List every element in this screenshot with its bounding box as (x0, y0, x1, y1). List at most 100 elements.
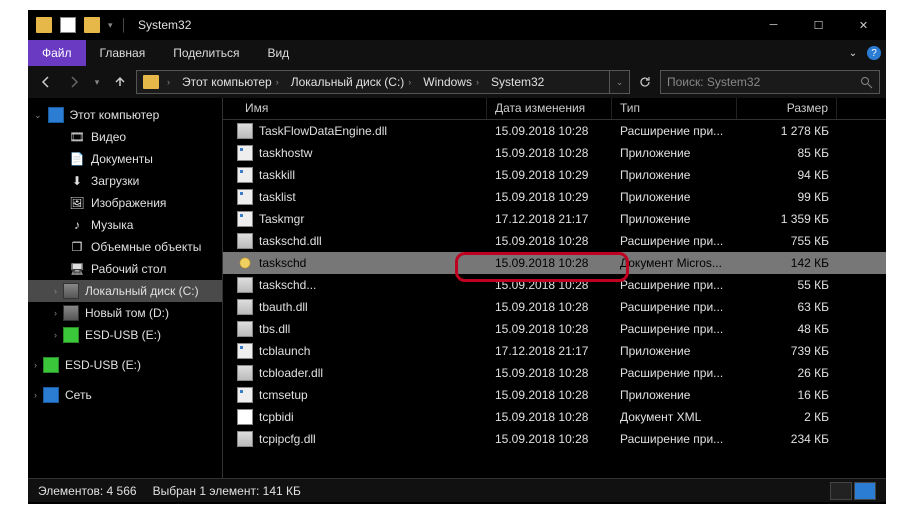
file-date: 15.09.2018 10:28 (487, 256, 612, 270)
file-type: Расширение при... (612, 234, 737, 248)
file-name: taskschd... (259, 278, 487, 292)
help-button[interactable]: ? (862, 40, 886, 66)
address-bar[interactable]: › Этот компьютер› Локальный диск (C:)› W… (136, 70, 630, 94)
tab-file[interactable]: Файл (28, 40, 86, 66)
sidebar-item-label: Новый том (D:) (85, 306, 169, 320)
file-name: taskhostw (259, 146, 487, 160)
sidebar-item[interactable]: 🎞Видео (28, 126, 222, 148)
view-large-button[interactable] (854, 482, 876, 500)
file-size: 234 КБ (737, 432, 837, 446)
nav-up-button[interactable] (108, 70, 132, 94)
view-buttons (830, 482, 876, 500)
file-row[interactable]: tcpipcfg.dll15.09.2018 10:28Расширение п… (223, 428, 886, 450)
file-row[interactable]: tbauth.dll15.09.2018 10:28Расширение при… (223, 296, 886, 318)
cube-icon: ❒ (69, 239, 85, 255)
file-type: Расширение при... (612, 300, 737, 314)
nav-back-button[interactable] (34, 70, 58, 94)
view-details-button[interactable] (830, 482, 852, 500)
minimize-button[interactable]: ─ (751, 10, 796, 40)
file-row[interactable]: taskschd.dll15.09.2018 10:28Расширение п… (223, 230, 886, 252)
sidebar-esd[interactable]: › ESD-USB (E:) (28, 354, 222, 376)
usb-icon (43, 357, 59, 373)
file-date: 15.09.2018 10:28 (487, 432, 612, 446)
sidebar-thispc[interactable]: ⌄ Этот компьютер (28, 104, 222, 126)
breadcrumb-seg[interactable]: Windows› (417, 71, 485, 93)
search-icon[interactable] (860, 76, 873, 89)
file-name: tcpbidi (259, 410, 487, 424)
tab-view[interactable]: Вид (253, 40, 303, 66)
refresh-button[interactable] (634, 70, 656, 94)
file-date: 17.12.2018 21:17 (487, 344, 612, 358)
tab-home[interactable]: Главная (86, 40, 160, 66)
file-date: 15.09.2018 10:28 (487, 366, 612, 380)
sidebar-item[interactable]: 🖼Изображения (28, 192, 222, 214)
breadcrumb-seg[interactable]: Этот компьютер› (176, 71, 285, 93)
sidebar-network[interactable]: › Сеть (28, 384, 222, 406)
address-bar-row: ▾ › Этот компьютер› Локальный диск (C:)›… (28, 66, 886, 98)
file-dll-icon (237, 431, 253, 447)
sidebar-item[interactable]: ⬇Загрузки (28, 170, 222, 192)
file-row[interactable]: tcbloader.dll15.09.2018 10:28Расширение … (223, 362, 886, 384)
qat-properties-icon[interactable] (60, 17, 76, 33)
breadcrumb-seg[interactable]: Локальный диск (C:)› (285, 71, 418, 93)
navigation-pane[interactable]: ⌄ Этот компьютер 🎞Видео 📄 Документы ⬇Загруз… (28, 98, 223, 478)
file-row[interactable]: Taskmgr17.12.2018 21:17Приложение1 359 К… (223, 208, 886, 230)
close-button[interactable]: ✕ (841, 10, 886, 40)
breadcrumb-seg[interactable]: System32 (485, 71, 546, 93)
sidebar-item[interactable]: ›Новый том (D:) (28, 302, 222, 324)
sidebar-item[interactable]: ›Локальный диск (C:) (28, 280, 222, 302)
file-name: tcblaunch (259, 344, 487, 358)
tab-share[interactable]: Поделиться (159, 40, 253, 66)
file-row[interactable]: tcpbidi15.09.2018 10:28Документ XML2 КБ (223, 406, 886, 428)
file-row[interactable]: tasklist15.09.2018 10:29Приложение99 КБ (223, 186, 886, 208)
file-size: 16 КБ (737, 388, 837, 402)
sidebar-item-label: Документы (91, 152, 153, 166)
file-date: 15.09.2018 10:28 (487, 322, 612, 336)
sidebar-item[interactable]: 🖥Рабочий стол (28, 258, 222, 280)
down-icon: ⬇ (69, 173, 85, 189)
column-headers[interactable]: Имя Дата изменения Тип Размер (223, 98, 886, 120)
file-size: 26 КБ (737, 366, 837, 380)
file-row[interactable]: tcmsetup15.09.2018 10:28Приложение16 КБ (223, 384, 886, 406)
file-row[interactable]: taskschd...15.09.2018 10:28Расширение пр… (223, 274, 886, 296)
ribbon-collapse-icon[interactable]: ⌄ (844, 40, 862, 66)
col-type[interactable]: Тип (612, 98, 737, 119)
sidebar-item[interactable]: ›ESD-USB (E:) (28, 324, 222, 346)
maximize-button[interactable]: ☐ (796, 10, 841, 40)
search-input[interactable]: Поиск: System32 (660, 70, 880, 94)
col-date[interactable]: Дата изменения (487, 98, 612, 119)
explorer-window: ▾ │ System32 ─ ☐ ✕ Файл Главная Поделить… (28, 10, 886, 504)
file-type: Приложение (612, 212, 737, 226)
nav-history-chevron-icon[interactable]: ▾ (90, 70, 104, 94)
address-dropdown-icon[interactable]: ⌄ (609, 71, 629, 93)
sidebar-item[interactable]: ♪Музыка (28, 214, 222, 236)
nav-forward-button[interactable] (62, 70, 86, 94)
file-row[interactable]: taskkill15.09.2018 10:29Приложение94 КБ (223, 164, 886, 186)
file-row[interactable]: taskschd15.09.2018 10:28Документ Micros.… (223, 252, 886, 274)
sidebar-item-label: Музыка (91, 218, 133, 232)
sidebar-item[interactable]: ❒Объемные объекты (28, 236, 222, 258)
qat-divider: │ (121, 18, 129, 32)
desk-icon: 🖥 (69, 261, 85, 277)
hdd-icon (63, 305, 79, 321)
file-row[interactable]: taskhostw15.09.2018 10:28Приложение85 КБ (223, 142, 886, 164)
file-list[interactable]: TaskFlowDataEngine.dll15.09.2018 10:28Ра… (223, 120, 886, 478)
qat-newfolder-icon[interactable] (84, 17, 100, 33)
sidebar-item-label: Видео (91, 130, 126, 144)
file-row[interactable]: TaskFlowDataEngine.dll15.09.2018 10:28Ра… (223, 120, 886, 142)
file-size: 99 КБ (737, 190, 837, 204)
file-row[interactable]: tbs.dll15.09.2018 10:28Расширение при...… (223, 318, 886, 340)
file-size: 1 359 КБ (737, 212, 837, 226)
search-placeholder: Поиск: System32 (667, 75, 760, 89)
file-row[interactable]: tcblaunch17.12.2018 21:17Приложение739 К… (223, 340, 886, 362)
status-selection: Выбран 1 элемент: 141 КБ (153, 484, 301, 498)
titlebar[interactable]: ▾ │ System32 ─ ☐ ✕ (28, 10, 886, 40)
col-name[interactable]: Имя (237, 98, 487, 119)
sidebar-item[interactable]: 📄 Документы (28, 148, 222, 170)
file-name: taskschd.dll (259, 234, 487, 248)
qat-chevron-down-icon[interactable]: ▾ (108, 20, 113, 31)
col-size[interactable]: Размер (737, 98, 837, 119)
file-name: tcpipcfg.dll (259, 432, 487, 446)
doc-icon: 📄 (69, 151, 85, 167)
app-icon (36, 17, 52, 33)
